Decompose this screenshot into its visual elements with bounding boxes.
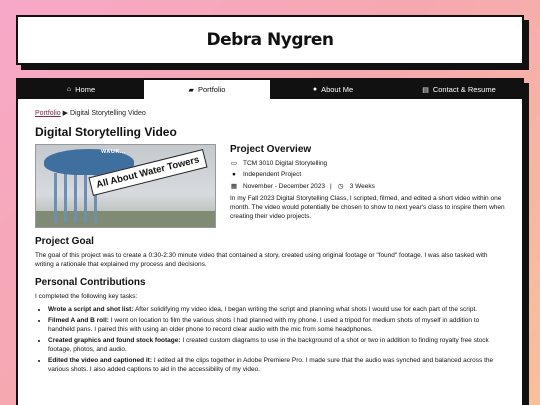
tower-leg-1 — [54, 173, 57, 223]
nav-home[interactable]: ⌂ Home — [18, 80, 144, 99]
breadcrumb-portfolio-link[interactable]: Portfolio — [35, 110, 61, 117]
site-header: Debra Nygren — [16, 15, 524, 65]
task-title: Wrote a script and shot list: — [48, 306, 134, 313]
breadcrumb: Portfolio ▶ Digital Storytelling Video — [35, 109, 505, 117]
meta-course-text: TCM 3010 Digital Storytelling — [243, 159, 328, 167]
users-icon: ● — [232, 171, 236, 178]
task-title: Edited the video and captioned it: — [48, 357, 153, 364]
main-card: ⌂ Home ▰ Portfolio ● About Me ▤ Contact … — [16, 78, 524, 405]
nav-contact[interactable]: ▤ Contact & Resume — [396, 80, 522, 99]
page-content: Portfolio ▶ Digital Storytelling Video D… — [18, 99, 522, 374]
tower-leg-3 — [74, 173, 77, 223]
task-list: Wrote a script and shot list: After soli… — [48, 305, 505, 374]
nav-portfolio[interactable]: ▰ Portfolio — [144, 80, 270, 99]
meta-dates: ▦ November - December 2023 | ◷ 3 Weeks — [230, 182, 505, 191]
nav-contact-label: Contact & Resume — [432, 85, 496, 94]
thumbnail-ground — [36, 211, 215, 227]
task-text: I went on location to film the various s… — [48, 317, 480, 333]
nav-portfolio-label: Portfolio — [197, 85, 226, 94]
folder-icon: ▰ — [188, 86, 194, 94]
course-icon: ▭ — [230, 160, 238, 167]
meta-dates-text: November - December 2023 — [243, 182, 326, 190]
nav-about[interactable]: ● About Me — [270, 80, 396, 99]
clock-icon: ◷ — [337, 183, 344, 190]
nav-about-label: About Me — [321, 85, 354, 94]
project-thumbnail[interactable]: WAUK... All About Water Towers — [35, 144, 216, 228]
tower-text: WAUK... — [101, 149, 126, 155]
goal-heading: Project Goal — [35, 236, 94, 247]
calendar-icon: ▦ — [230, 183, 238, 190]
list-item: Edited the video and captioned it: I edi… — [48, 356, 505, 374]
meta-type-text: Independent Project — [243, 171, 302, 178]
overview-row: WAUK... All About Water Towers Project O… — [35, 144, 505, 228]
overview-description: In my Fall 2023 Digital Storytelling Cla… — [230, 195, 505, 220]
goal-text: The goal of this project was to create a… — [35, 252, 488, 268]
contributions-intro: I completed the following key tasks: — [35, 293, 138, 300]
overview-heading: Project Overview — [230, 144, 312, 155]
meta-course: ▭ TCM 3010 Digital Storytelling — [230, 159, 505, 168]
task-title: Created graphics and found stock footage… — [48, 337, 181, 344]
project-overview: Project Overview ▭ TCM 3010 Digital Stor… — [230, 144, 505, 228]
nav-home-label: Home — [75, 85, 96, 94]
task-text: After solidifying my video idea, I began… — [134, 306, 478, 313]
meta-duration-text: 3 Weeks — [349, 182, 375, 190]
meta-divider: | — [330, 182, 332, 190]
breadcrumb-current: Digital Storytelling Video — [69, 110, 146, 117]
list-item: Created graphics and found stock footage… — [48, 336, 505, 354]
user-icon: ● — [312, 86, 318, 93]
contributions-heading: Personal Contributions — [35, 277, 146, 288]
list-item: Filmed A and B roll: I went on location … — [48, 316, 505, 334]
page-title: Digital Storytelling Video — [35, 125, 177, 139]
tower-leg-2 — [64, 173, 67, 223]
tower-leg-4 — [84, 173, 87, 223]
breadcrumb-separator-icon: ▶ — [62, 110, 69, 117]
home-icon: ⌂ — [66, 86, 72, 93]
task-title: Filmed A and B roll: — [48, 317, 109, 324]
main-nav: ⌂ Home ▰ Portfolio ● About Me ▤ Contact … — [18, 80, 522, 99]
site-title[interactable]: Debra Nygren — [206, 30, 334, 50]
meta-type: ● Independent Project — [230, 171, 505, 178]
list-item: Wrote a script and shot list: After soli… — [48, 305, 505, 314]
document-icon: ▤ — [422, 86, 429, 94]
